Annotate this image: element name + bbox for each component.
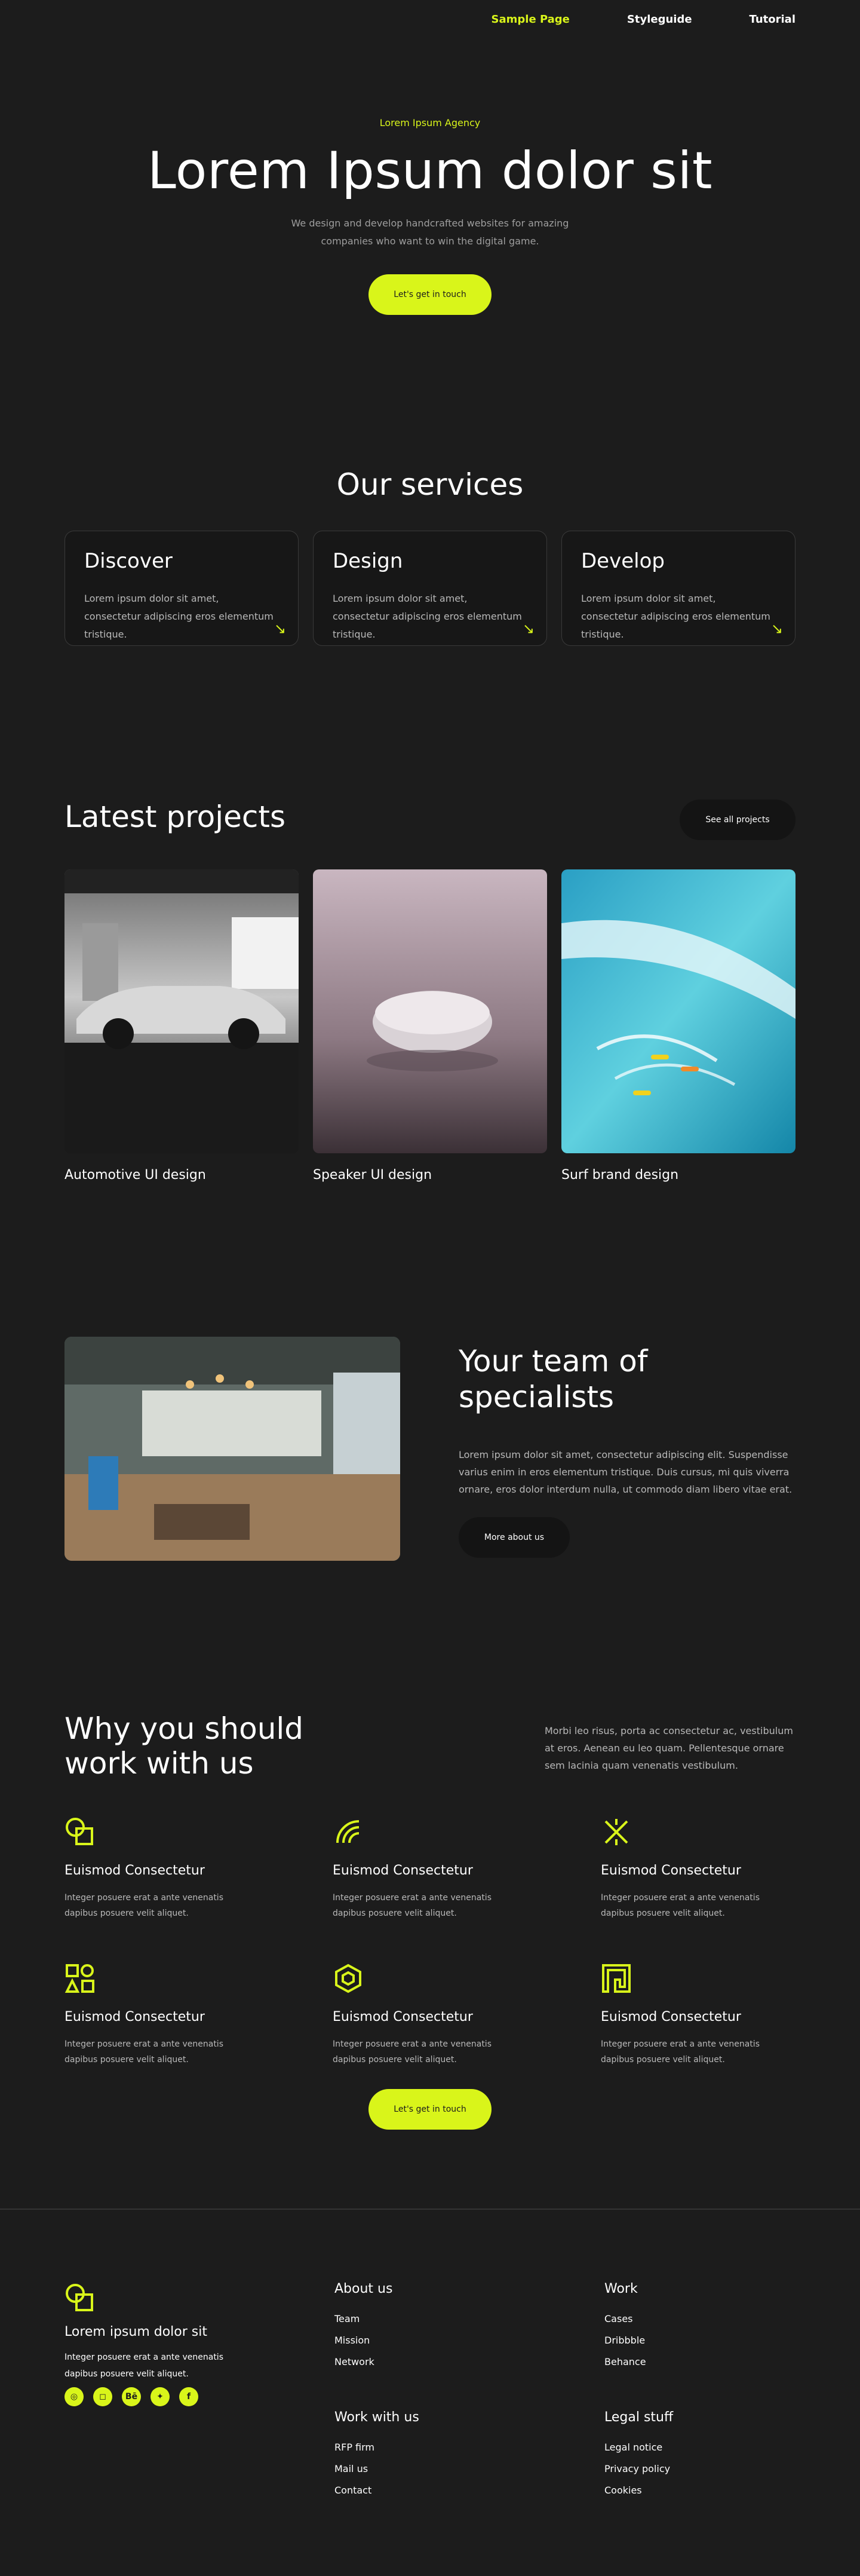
main-nav: Sample Page Styleguide Tutorial: [492, 13, 796, 26]
feature-text: Integer posuere erat a ante venenatis da…: [333, 2039, 492, 2065]
feature-text: Integer posuere erat a ante venenatis da…: [333, 1893, 492, 1918]
project-card-automotive[interactable]: Automotive UI design: [64, 869, 299, 1183]
overlapping-squares-circle-icon: [66, 1818, 93, 1845]
service-card-text: Lorem ipsum dolor sit amet, consectetur …: [333, 593, 522, 640]
footer-link-legal-notice[interactable]: Legal notice: [604, 2442, 662, 2453]
project-label: Speaker UI design: [313, 1168, 432, 1183]
why-contact-button[interactable]: Let's get in touch: [368, 2089, 492, 2130]
service-card-develop[interactable]: Develop Lorem ipsum dolor sit amet, cons…: [561, 531, 796, 646]
arrow-down-right-icon: ↘: [274, 620, 286, 637]
why-title: Why you should work with us: [64, 1711, 304, 1781]
service-card-text: Lorem ipsum dolor sit amet, consectetur …: [581, 593, 770, 640]
footer-link-cases[interactable]: Cases: [604, 2313, 633, 2324]
feature-title: Euismod Consectetur: [64, 1863, 205, 1878]
social-links: ◎ ◻ Bē ✦ f: [64, 2387, 256, 2406]
hero-contact-button[interactable]: Let's get in touch: [368, 274, 492, 315]
feature-item: Euismod Consectetur Integer posuere erat…: [333, 1963, 601, 2067]
feature-text: Integer posuere erat a ante venenatis da…: [601, 1893, 760, 1918]
car-showroom-image: [64, 869, 299, 1153]
feature-title: Euismod Consectetur: [601, 1863, 741, 1878]
footer-link-privacy[interactable]: Privacy policy: [604, 2463, 670, 2474]
footer-column-work-with-us: Work with us RFP firm Mail us Contact: [334, 2410, 490, 2501]
footer-brand-name: Lorem ipsum dolor sit: [64, 2324, 207, 2339]
shapes-icon: [64, 1964, 94, 1993]
cross-arrows-icon: [604, 1819, 628, 1845]
concentric-arcs-icon: [336, 1820, 360, 1843]
footer-link-contact[interactable]: Contact: [334, 2485, 371, 2496]
footer-column-work: Work Cases Dribbble Behance: [604, 2281, 760, 2373]
service-card-text: Lorem ipsum dolor sit amet, consectetur …: [84, 593, 274, 640]
footer-column-title: Legal stuff: [604, 2410, 674, 2425]
project-label: Surf brand design: [561, 1168, 679, 1183]
project-label: Automotive UI design: [64, 1168, 206, 1183]
hexagon-spiral-icon: [335, 1964, 361, 1993]
project-grid: Automotive UI design Speaker UI design S…: [64, 869, 796, 1183]
feature-text: Integer posuere erat a ante venenatis da…: [601, 2039, 760, 2065]
service-card-design[interactable]: Design Lorem ipsum dolor sit amet, conse…: [313, 531, 547, 646]
feature-item: Euismod Consectetur Integer posuere erat…: [601, 1817, 817, 1921]
service-card-discover[interactable]: Discover Lorem ipsum dolor sit amet, con…: [64, 531, 299, 646]
footer-divider: [0, 2209, 860, 2210]
feature-item: Euismod Consectetur Integer posuere erat…: [333, 1817, 601, 1921]
team-title: Your team of specialists: [459, 1344, 648, 1414]
hero-subtitle: We design and develop handcrafted websit…: [291, 218, 569, 247]
feature-item: Euismod Consectetur Integer posuere erat…: [601, 1963, 817, 2067]
feature-title: Euismod Consectetur: [601, 2010, 741, 2024]
instagram-icon[interactable]: ◻: [93, 2387, 112, 2406]
hero-eyebrow: Lorem Ipsum Agency: [379, 117, 481, 128]
feature-title: Euismod Consectetur: [64, 2010, 205, 2024]
footer-column-legal: Legal stuff Legal notice Privacy policy …: [604, 2410, 760, 2501]
projects-title: Latest projects: [64, 800, 285, 834]
footer-link-network[interactable]: Network: [334, 2356, 374, 2367]
square-maze-icon: [602, 1964, 631, 1993]
twitter-icon[interactable]: ✦: [150, 2387, 170, 2406]
footer-brand-text: Integer posuere erat a ante venenatis da…: [64, 2353, 223, 2379]
dribbble-icon[interactable]: ◎: [64, 2387, 84, 2406]
nav-tutorial[interactable]: Tutorial: [750, 13, 796, 26]
footer-link-behance[interactable]: Behance: [604, 2356, 646, 2367]
office-image: [64, 1337, 400, 1561]
project-card-surf[interactable]: Surf brand design: [561, 869, 796, 1183]
arrow-down-right-icon: ↘: [770, 620, 783, 637]
nav-styleguide[interactable]: Styleguide: [627, 13, 692, 26]
footer-column-title: About us: [334, 2281, 393, 2296]
footer-brand: Lorem ipsum dolor sit Integer posuere er…: [64, 2283, 256, 2406]
hero-section: Lorem Ipsum Agency Lorem Ipsum dolor sit…: [0, 117, 860, 315]
footer-link-rfp[interactable]: RFP firm: [334, 2442, 374, 2453]
feature-title: Euismod Consectetur: [333, 1863, 473, 1878]
footer-link-mission[interactable]: Mission: [334, 2335, 370, 2346]
footer-link-cookies[interactable]: Cookies: [604, 2485, 642, 2496]
project-card-speaker[interactable]: Speaker UI design: [313, 869, 547, 1183]
footer-column-title: Work with us: [334, 2410, 419, 2425]
footer-link-team[interactable]: Team: [334, 2313, 360, 2324]
footer-column-title: Work: [604, 2281, 638, 2296]
service-card-title: Develop: [581, 549, 665, 573]
service-cards: Discover Lorem ipsum dolor sit amet, con…: [64, 531, 796, 646]
hero-title: Lorem Ipsum dolor sit: [147, 141, 713, 201]
footer-column-about: About us Team Mission Network: [334, 2281, 490, 2373]
services-title: Our services: [336, 467, 524, 502]
service-card-title: Design: [333, 549, 403, 573]
team-section: Your team of specialists Lorem ipsum dol…: [459, 1343, 797, 1558]
facebook-icon[interactable]: f: [179, 2387, 198, 2406]
footer-link-mail[interactable]: Mail us: [334, 2463, 368, 2474]
feature-title: Euismod Consectetur: [333, 2010, 473, 2024]
logo-icon: [66, 2284, 93, 2311]
arrow-down-right-icon: ↘: [522, 620, 535, 637]
why-text: Morbi leo risus, porta ac consectetur ac…: [545, 1725, 793, 1771]
service-card-title: Discover: [84, 549, 173, 573]
surfers-image: [561, 869, 796, 1153]
feature-item: Euismod Consectetur Integer posuere erat…: [64, 1817, 333, 1921]
feature-item: Euismod Consectetur Integer posuere erat…: [64, 1963, 333, 2067]
see-all-projects-button[interactable]: See all projects: [680, 800, 796, 840]
feature-text: Integer posuere erat a ante venenatis da…: [64, 1893, 223, 1918]
behance-icon[interactable]: Bē: [122, 2387, 141, 2406]
speaker-image: [313, 869, 547, 1153]
footer-link-dribbble[interactable]: Dribbble: [604, 2335, 645, 2346]
more-about-us-button[interactable]: More about us: [459, 1517, 570, 1558]
features-grid: Euismod Consectetur Integer posuere erat…: [64, 1817, 817, 2067]
team-text: Lorem ipsum dolor sit amet, consectetur …: [459, 1449, 793, 1495]
feature-text: Integer posuere erat a ante venenatis da…: [64, 2039, 223, 2065]
nav-sample-page[interactable]: Sample Page: [492, 13, 570, 26]
